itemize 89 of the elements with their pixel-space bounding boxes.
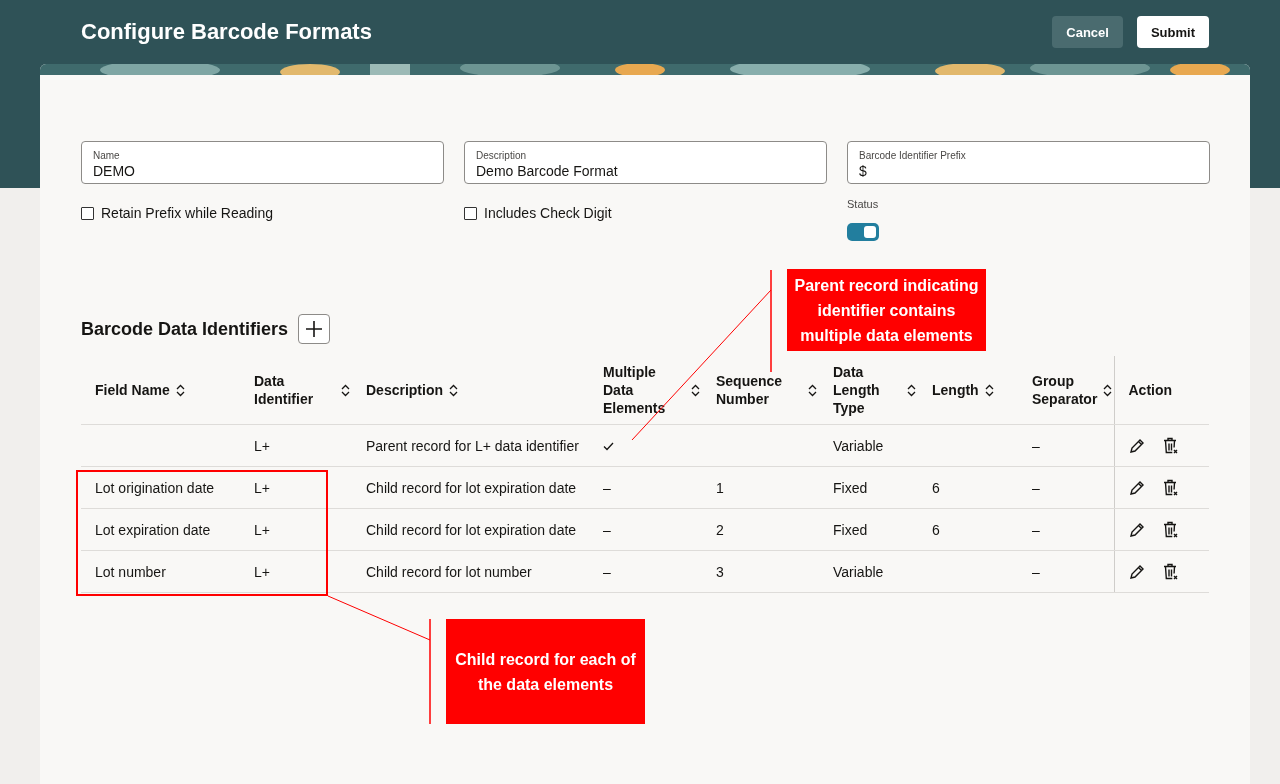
column-header-cell[interactable]: Data Length Type — [819, 356, 918, 425]
sort-icon[interactable] — [341, 383, 350, 397]
text-field[interactable]: Description Demo Barcode Format — [464, 141, 827, 184]
table-cell: Parent record for L+ data identifier — [366, 437, 579, 454]
checkbox-label: Includes Check Digit — [484, 205, 612, 221]
field-value: $ — [859, 163, 868, 179]
callout: Parent record indicating identifier contains multiple data elements — [787, 269, 986, 351]
table-cell: Fixed — [833, 521, 868, 538]
table-cell: – — [1032, 521, 1040, 538]
callout: Child record for each of the data elements — [446, 619, 645, 724]
trash-icon — [1162, 479, 1179, 496]
sort-icon[interactable] — [691, 383, 700, 397]
column-header: Group Separator — [1032, 372, 1098, 408]
sort-icon[interactable] — [175, 383, 185, 397]
column-header: Sequence Number — [716, 372, 784, 408]
sort-icon[interactable] — [808, 383, 817, 397]
column-header: Description — [366, 381, 443, 399]
section-title: Barcode Data Identifiers — [81, 318, 289, 340]
delete-button[interactable] — [1162, 437, 1179, 454]
table-cell: Fixed — [833, 479, 868, 496]
column-header-cell[interactable]: Description — [352, 356, 589, 425]
field-label: Description — [476, 150, 528, 161]
column-header: Length — [932, 381, 979, 399]
text-field[interactable]: Barcode Identifier Prefix $ — [847, 141, 1210, 184]
submit-button[interactable]: Submit — [1136, 16, 1209, 48]
table-cell: Lot origination date — [95, 479, 215, 496]
table-cell: – — [603, 479, 611, 496]
sort-icon[interactable] — [1103, 383, 1113, 397]
table-cell: Child record for lot number — [366, 563, 532, 580]
column-header: Data Identifier — [254, 372, 315, 408]
table-cell: Child record for lot expiration date — [366, 521, 577, 538]
table-cell: 2 — [716, 521, 724, 538]
table-cell: – — [1032, 479, 1040, 496]
table-cell: Lot expiration date — [95, 521, 211, 538]
add-button[interactable] — [298, 314, 331, 344]
table-cell: Lot number — [95, 563, 166, 580]
table-cell: – — [603, 521, 611, 538]
trash-icon — [1162, 563, 1179, 580]
column-header-cell[interactable]: Length — [918, 356, 1018, 425]
column-header: Action — [1128, 381, 1173, 399]
status-label: Status — [847, 198, 880, 210]
table-cell: L+ — [254, 563, 270, 580]
table-cell: 1 — [716, 479, 724, 496]
field-value: Demo Barcode Format — [476, 163, 619, 179]
text-field[interactable]: Name DEMO — [81, 141, 444, 184]
delete-button[interactable] — [1162, 479, 1179, 496]
table-cell: 6 — [932, 521, 940, 538]
table-cell: L+ — [254, 479, 270, 496]
field-value: DEMO — [93, 163, 136, 179]
table-cell: 6 — [932, 479, 940, 496]
table-cell: Variable — [833, 437, 884, 454]
table-cell: – — [1032, 437, 1040, 454]
edit-button[interactable] — [1128, 479, 1145, 496]
plus-icon — [305, 320, 324, 338]
checkbox[interactable] — [81, 207, 94, 220]
trash-icon — [1162, 521, 1179, 538]
checkbox[interactable] — [464, 207, 477, 220]
pencil-icon — [1128, 521, 1145, 538]
trash-icon — [1162, 437, 1179, 454]
edit-button[interactable] — [1128, 563, 1145, 580]
sort-icon[interactable] — [907, 383, 916, 397]
sort-icon[interactable] — [984, 383, 994, 397]
table-cell: Variable — [833, 563, 884, 580]
delete-button[interactable] — [1162, 563, 1179, 580]
pencil-icon — [1128, 437, 1145, 454]
table-cell: 3 — [716, 563, 724, 580]
status-toggle[interactable] — [847, 223, 879, 241]
table-cell: – — [603, 563, 611, 580]
pencil-icon — [1128, 479, 1145, 496]
table-cell: Child record for lot expiration date — [366, 479, 577, 496]
column-header-cell[interactable]: Group Separator — [1018, 356, 1114, 425]
checkbox-label: Retain Prefix while Reading — [101, 205, 273, 221]
column-header-cell[interactable]: Sequence Number — [702, 356, 819, 425]
cancel-button[interactable]: Cancel — [1052, 16, 1123, 48]
field-label: Barcode Identifier Prefix — [859, 150, 967, 161]
column-header: Data Length Type — [833, 363, 881, 417]
table-cell: L+ — [254, 521, 270, 538]
table-cell: L+ — [254, 437, 270, 454]
table-cell: – — [1032, 563, 1040, 580]
field-label: Name — [93, 150, 121, 161]
edit-button[interactable] — [1128, 521, 1145, 538]
column-header-cell[interactable]: Field Name — [81, 356, 240, 425]
edit-button[interactable] — [1128, 437, 1145, 454]
pencil-icon — [1128, 563, 1145, 580]
delete-button[interactable] — [1162, 521, 1179, 538]
column-header-cell[interactable]: Data Identifier — [240, 356, 352, 425]
column-header: Field Name — [95, 381, 170, 399]
sort-icon[interactable] — [449, 383, 458, 397]
page-title: Configure Barcode Formats — [81, 19, 372, 45]
